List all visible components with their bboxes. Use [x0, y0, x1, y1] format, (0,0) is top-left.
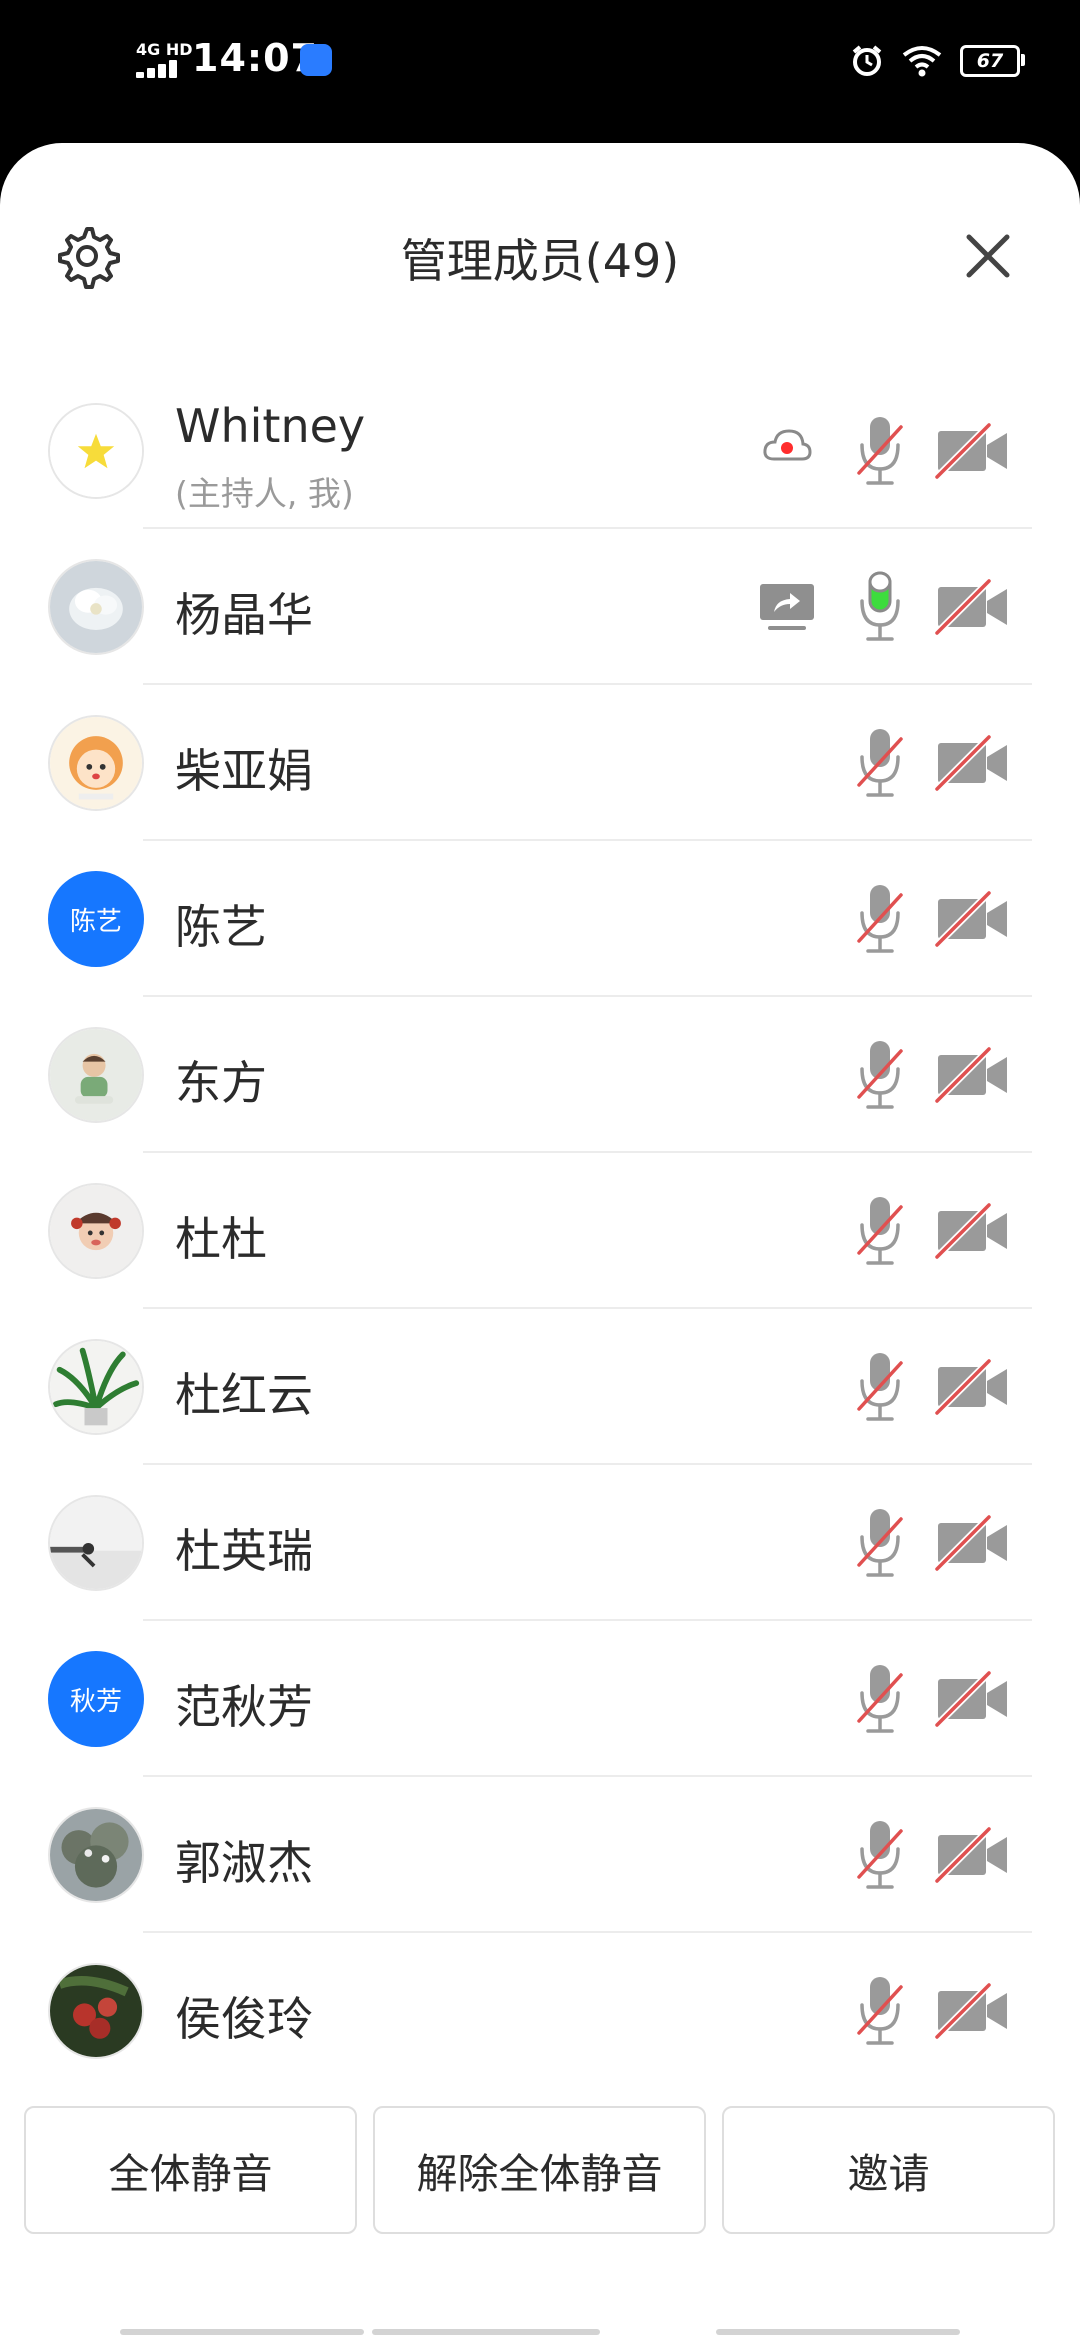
mic-muted-icon[interactable]	[853, 1973, 907, 2049]
camera-off-icon[interactable]	[934, 578, 1011, 636]
action-bar: 全体静音 解除全体静音 邀请	[24, 2106, 1056, 2238]
member-row[interactable]: 侯俊玲	[0, 1933, 1080, 2089]
avatar	[48, 1807, 144, 1903]
avatar-initials: 陈艺	[69, 906, 122, 937]
unmute-all-button[interactable]: 解除全体静音	[373, 2106, 706, 2234]
avatar: 陈艺	[48, 871, 144, 967]
avatar-initials: 秋芳	[69, 1686, 122, 1717]
bottom-bar-segment	[372, 2329, 600, 2335]
bottom-bar-segment	[120, 2329, 364, 2335]
member-row[interactable]: 杜红云	[0, 1309, 1080, 1465]
member-name: 柴亚娟	[175, 744, 313, 798]
invite-button[interactable]: 邀请	[722, 2106, 1055, 2234]
member-row[interactable]: 杜英瑞	[0, 1465, 1080, 1621]
manage-members-sheet: 管理成员(49) Whitney (主持人, 我) 杨晶华柴亚娟陈艺 陈艺东方杜杜杜红…	[0, 143, 1080, 2340]
camera-off-icon[interactable]	[934, 1670, 1011, 1728]
mic-muted-icon[interactable]	[853, 1349, 907, 1425]
camera-off-icon[interactable]	[934, 422, 1011, 480]
mic-muted-icon[interactable]	[853, 1661, 907, 1737]
avatar	[48, 1027, 144, 1123]
cloud-recording-icon	[762, 425, 812, 465]
member-name: 陈艺	[175, 900, 267, 954]
avatar	[48, 715, 144, 811]
mic-muted-icon[interactable]	[853, 725, 907, 801]
mic-muted-icon[interactable]	[853, 1505, 907, 1581]
member-name: 杜英瑞	[175, 1524, 313, 1578]
member-name: 侯俊玲	[175, 1992, 313, 2046]
member-name: 东方	[175, 1056, 267, 1110]
network-type: 4G HD	[136, 40, 193, 59]
mic-muted-icon[interactable]	[853, 1037, 907, 1113]
alarm-icon	[852, 45, 882, 76]
battery-level: 67	[976, 50, 1004, 72]
sheet-header: 管理成员(49)	[0, 143, 1080, 373]
member-row[interactable]: 陈艺 陈艺	[0, 841, 1080, 997]
avatar	[48, 1495, 144, 1591]
bottom-bar-segment	[716, 2329, 960, 2335]
member-name: 杜杜	[175, 1212, 267, 1266]
screen-share-icon	[758, 582, 816, 632]
battery-icon: 67	[960, 45, 1025, 77]
avatar: 秋芳	[48, 1651, 144, 1747]
page-title: 管理成员(49)	[400, 234, 680, 288]
member-name: Whitney	[175, 399, 366, 453]
close-icon[interactable]	[965, 233, 1011, 279]
mic-active-icon[interactable]	[853, 569, 907, 645]
camera-off-icon[interactable]	[934, 1358, 1011, 1416]
avatar	[48, 1183, 144, 1279]
member-row[interactable]: 杜杜	[0, 1153, 1080, 1309]
mic-muted-icon[interactable]	[853, 1193, 907, 1269]
mic-muted-icon[interactable]	[853, 413, 907, 489]
camera-off-icon[interactable]	[934, 1514, 1011, 1572]
member-row[interactable]: 柴亚娟	[0, 685, 1080, 841]
camera-off-icon[interactable]	[934, 890, 1011, 948]
mic-muted-icon[interactable]	[853, 1817, 907, 1893]
avatar	[48, 1339, 144, 1435]
avatar	[48, 1963, 144, 2059]
signal-icon	[136, 58, 182, 78]
wifi-icon	[902, 46, 942, 77]
mic-muted-icon[interactable]	[853, 881, 907, 957]
member-name: 杨晶华	[175, 588, 313, 642]
member-row[interactable]: 东方	[0, 997, 1080, 1153]
member-name: 杜红云	[175, 1368, 313, 1422]
member-name: 郭淑杰	[175, 1836, 313, 1890]
camera-off-icon[interactable]	[934, 1046, 1011, 1104]
member-role: (主持人, 我)	[175, 474, 354, 513]
member-row[interactable]: Whitney (主持人, 我)	[0, 373, 1080, 529]
camera-off-icon[interactable]	[934, 734, 1011, 792]
status-bar: 4G HD 14:07 67	[0, 0, 1080, 140]
camera-off-icon[interactable]	[934, 1826, 1011, 1884]
member-row[interactable]: 郭淑杰	[0, 1777, 1080, 1933]
member-name: 范秋芳	[175, 1680, 313, 1734]
camera-off-icon[interactable]	[934, 1982, 1011, 2040]
camera-off-icon[interactable]	[934, 1202, 1011, 1260]
app-notification-icon	[300, 44, 332, 76]
avatar	[48, 403, 144, 499]
avatar	[48, 559, 144, 655]
member-row[interactable]: 杨晶华	[0, 529, 1080, 685]
member-row[interactable]: 秋芳 范秋芳	[0, 1621, 1080, 1777]
mute-all-button[interactable]: 全体静音	[24, 2106, 357, 2234]
